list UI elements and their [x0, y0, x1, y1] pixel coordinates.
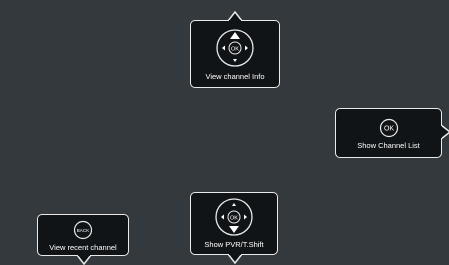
hint-view-channel-info[interactable]: OK View channel Info	[190, 11, 280, 88]
pointer-right-icon	[441, 125, 449, 139]
ok-text: OK	[231, 46, 239, 52]
ok-button-icon: OK	[379, 118, 398, 138]
hint-label: View channel Info	[205, 72, 265, 81]
dpad-up-icon: OK	[216, 29, 254, 67]
back-button-icon: BACK	[73, 220, 93, 240]
hint-show-pvr-tshift[interactable]: OK Show PVR/T.Shift	[190, 192, 278, 264]
dpad-down-icon: OK	[215, 198, 253, 236]
back-text: BACK	[77, 228, 90, 233]
hint-label: Show PVR/T.Shift	[204, 240, 264, 249]
hint-view-recent-channel[interactable]: BACK View recent channel	[37, 214, 129, 265]
channel-hint-overlay: OK View channel Info OK Show Channel Lis…	[0, 0, 449, 265]
pointer-down-icon	[77, 255, 91, 265]
hint-show-channel-list[interactable]: OK Show Channel List	[335, 108, 449, 158]
hint-label: Show Channel List	[357, 141, 420, 150]
pointer-up-icon	[228, 11, 242, 21]
hint-label: View recent channel	[49, 243, 117, 252]
ok-text: OK	[230, 215, 238, 221]
pointer-down-icon	[228, 254, 242, 264]
ok-text: OK	[383, 126, 393, 133]
